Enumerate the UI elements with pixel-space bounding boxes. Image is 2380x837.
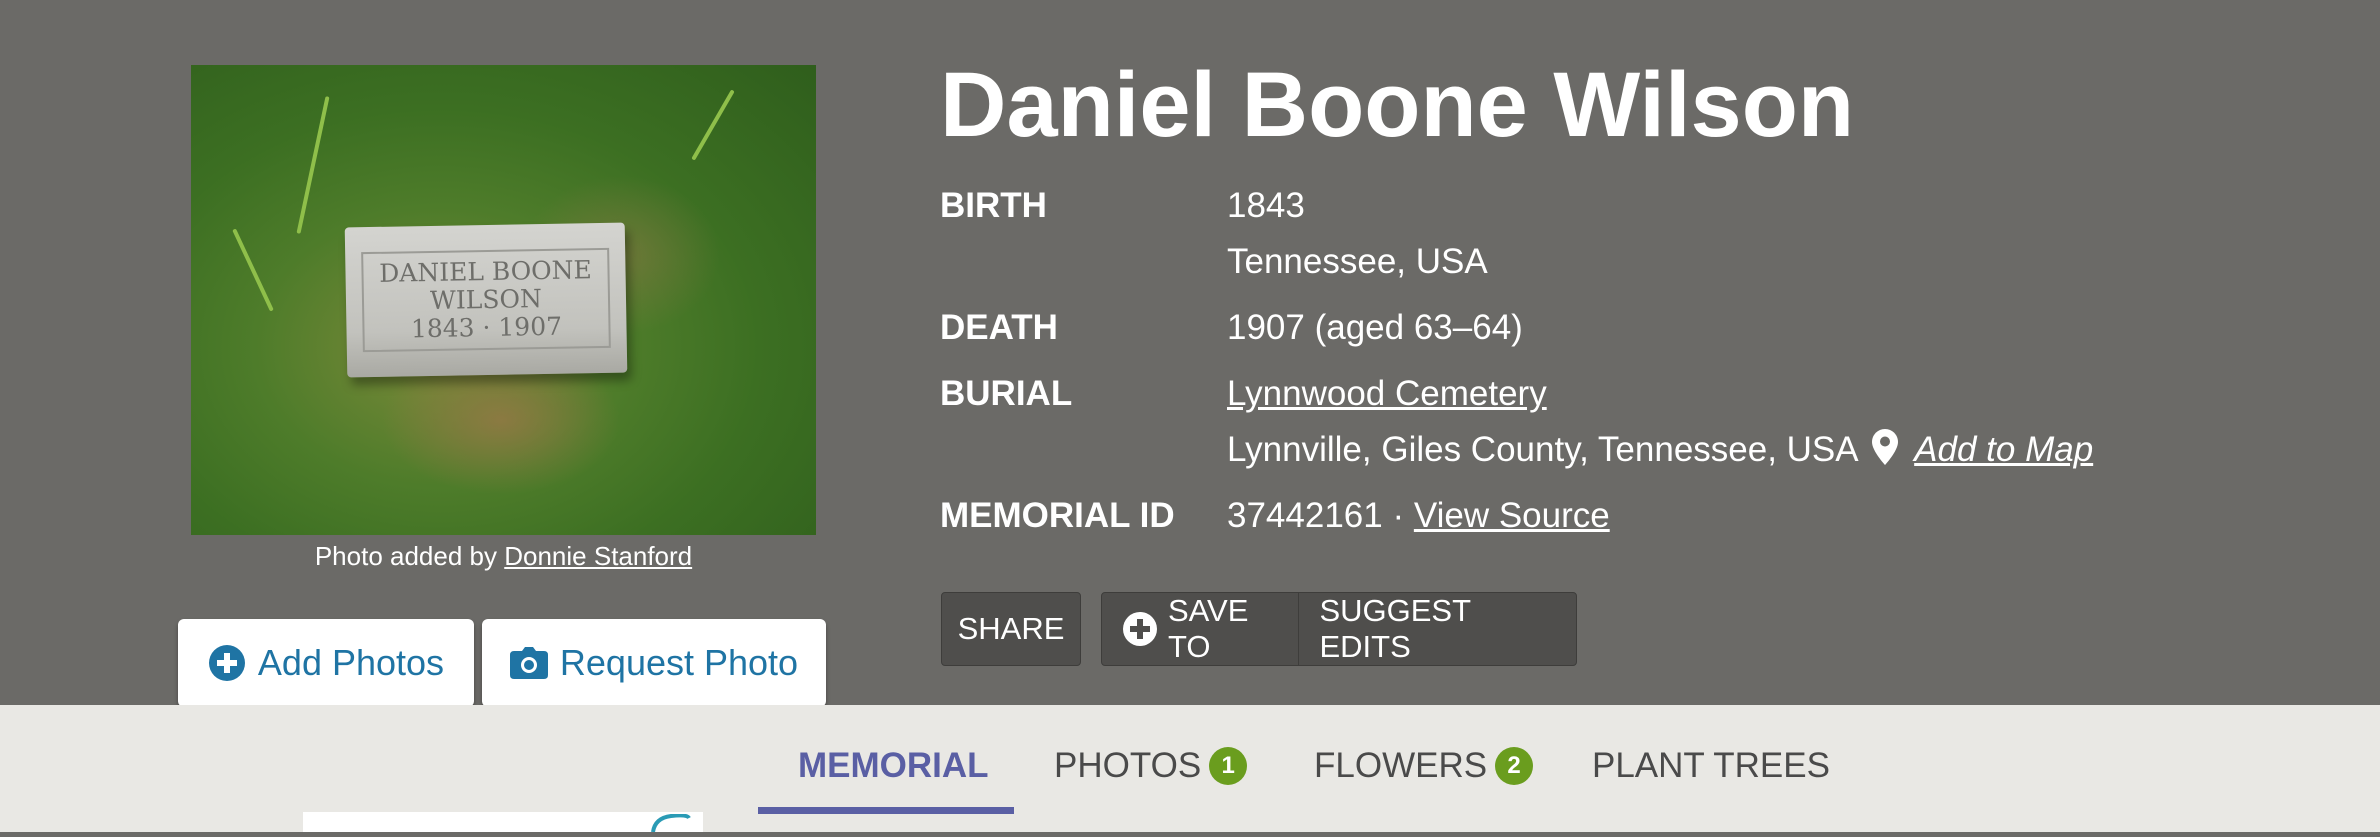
burial-place-line: Lynnville, Giles County, Tennessee, USA …	[1227, 422, 2093, 482]
active-tab-indicator	[758, 807, 1014, 814]
photo-credit: Photo added by Donnie Stanford	[191, 537, 816, 575]
add-photos-label: Add Photos	[257, 642, 445, 683]
inscription-line: DANIEL BOONE	[378, 255, 593, 288]
memorial-id-value: 37442161	[1227, 496, 1383, 535]
flowers-count-badge: 2	[1495, 747, 1534, 785]
death-date: 1907 (aged 63–64)	[1227, 308, 1523, 347]
photo-detail	[691, 89, 735, 161]
plus-circle-icon	[1122, 611, 1158, 647]
inscription-line: 1843 · 1907	[410, 311, 563, 344]
tab-photos[interactable]: PHOTOS 1	[1054, 735, 1248, 797]
add-to-map-link[interactable]: Add to Map	[1914, 430, 2093, 469]
tab-photos-label: PHOTOS	[1054, 746, 1202, 785]
leaf-icon	[651, 813, 691, 837]
burial-label: BURIAL	[940, 374, 1073, 413]
memorial-header: DANIEL BOONE WILSON 1843 · 1907 Photo ad…	[0, 0, 2380, 707]
cemetery-link-text[interactable]: Lynnwood Cemetery	[1227, 374, 1547, 413]
birth-label: BIRTH	[940, 186, 1047, 225]
plus-circle-icon	[208, 644, 246, 682]
headstone-inscription: DANIEL BOONE WILSON 1843 · 1907	[360, 247, 612, 353]
memorial-id-line: 37442161 · View Source	[1227, 488, 1610, 544]
death-label: DEATH	[940, 308, 1058, 347]
memorial-name: Daniel Boone Wilson	[940, 54, 1855, 156]
save-to-label: SAVE TO	[1168, 593, 1249, 664]
cemetery-link[interactable]: Lynnwood Cemetery	[1227, 366, 1547, 422]
suggest-edits-button[interactable]: SUGGEST EDITS	[1298, 593, 1576, 665]
tab-memorial-label: MEMORIAL	[798, 746, 989, 785]
headstone: DANIEL BOONE WILSON 1843 · 1907	[344, 222, 628, 378]
tab-plant-trees-label: PLANT TREES	[1592, 746, 1830, 785]
share-label: SHARE	[957, 611, 1065, 646]
burial-place: Lynnville, Giles County, Tennessee, USA	[1227, 430, 1857, 469]
birth-place: Tennessee, USA	[1227, 242, 1488, 281]
separator: ·	[1392, 496, 1405, 535]
photo-contributor-link[interactable]: Donnie Stanford	[504, 541, 692, 571]
tab-flowers-label: FLOWERS	[1314, 746, 1488, 785]
map-pin-icon[interactable]	[1872, 426, 1899, 482]
headstone-photo[interactable]: DANIEL BOONE WILSON 1843 · 1907	[191, 65, 816, 535]
photo-detail	[232, 228, 274, 312]
tab-memorial[interactable]: MEMORIAL	[798, 735, 989, 797]
save-suggest-group: SAVE TO SUGGEST EDITS	[1101, 592, 1577, 666]
share-button[interactable]: SHARE	[941, 592, 1081, 666]
suggest-edits-label: SUGGEST EDITS	[1319, 593, 1471, 664]
photos-count-badge: 1	[1209, 747, 1248, 785]
add-photos-button[interactable]: Add Photos	[178, 619, 474, 707]
save-to-button[interactable]: SAVE TO	[1102, 593, 1298, 665]
view-source-link[interactable]: View Source	[1414, 496, 1610, 535]
tab-flowers[interactable]: FLOWERS 2	[1314, 735, 1534, 797]
request-photo-button[interactable]: Request Photo	[482, 619, 826, 707]
memorial-id-label: MEMORIAL ID	[940, 496, 1175, 535]
birth-date: 1843	[1227, 186, 1305, 225]
photo-credit-prefix: Photo added by	[314, 541, 497, 571]
sidebar-panel	[303, 812, 703, 833]
photo-detail	[296, 96, 330, 234]
tab-plant-trees[interactable]: PLANT TREES	[1592, 735, 1830, 797]
request-photo-label: Request Photo	[559, 642, 799, 683]
camera-icon	[509, 647, 548, 679]
